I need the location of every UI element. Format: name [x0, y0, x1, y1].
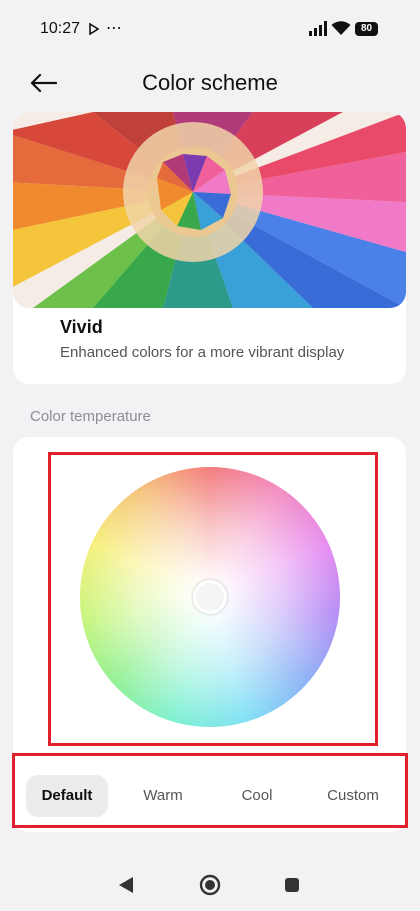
- signal-icon: [309, 21, 327, 36]
- status-bar: 10:27 ⋯ 80: [0, 0, 420, 58]
- preview-card: Vivid Enhanced colors for a more vibrant…: [13, 112, 406, 384]
- wifi-icon: [331, 21, 351, 35]
- nav-home-icon[interactable]: [199, 874, 221, 896]
- battery-icon: 80: [355, 22, 378, 36]
- section-label-color-temperature: Color temperature: [30, 408, 151, 425]
- tab-warm[interactable]: Warm: [122, 775, 204, 817]
- status-time: 10:27: [40, 20, 81, 37]
- nav-back-icon[interactable]: [118, 876, 134, 894]
- page-title: Color scheme: [142, 70, 278, 95]
- mode-description: Enhanced colors for a more vibrant displ…: [60, 344, 345, 361]
- colored-pencils-image: [13, 112, 406, 308]
- tab-custom[interactable]: Custom: [310, 775, 396, 817]
- media-play-icon: [89, 23, 99, 35]
- more-notifications-icon: ⋯: [106, 20, 123, 37]
- mode-name: Vivid: [60, 317, 103, 337]
- tab-cool[interactable]: Cool: [216, 775, 298, 817]
- nav-recents-icon[interactable]: [285, 878, 299, 892]
- tab-default[interactable]: Default: [26, 775, 108, 817]
- color-wheel-handle[interactable]: [193, 580, 227, 614]
